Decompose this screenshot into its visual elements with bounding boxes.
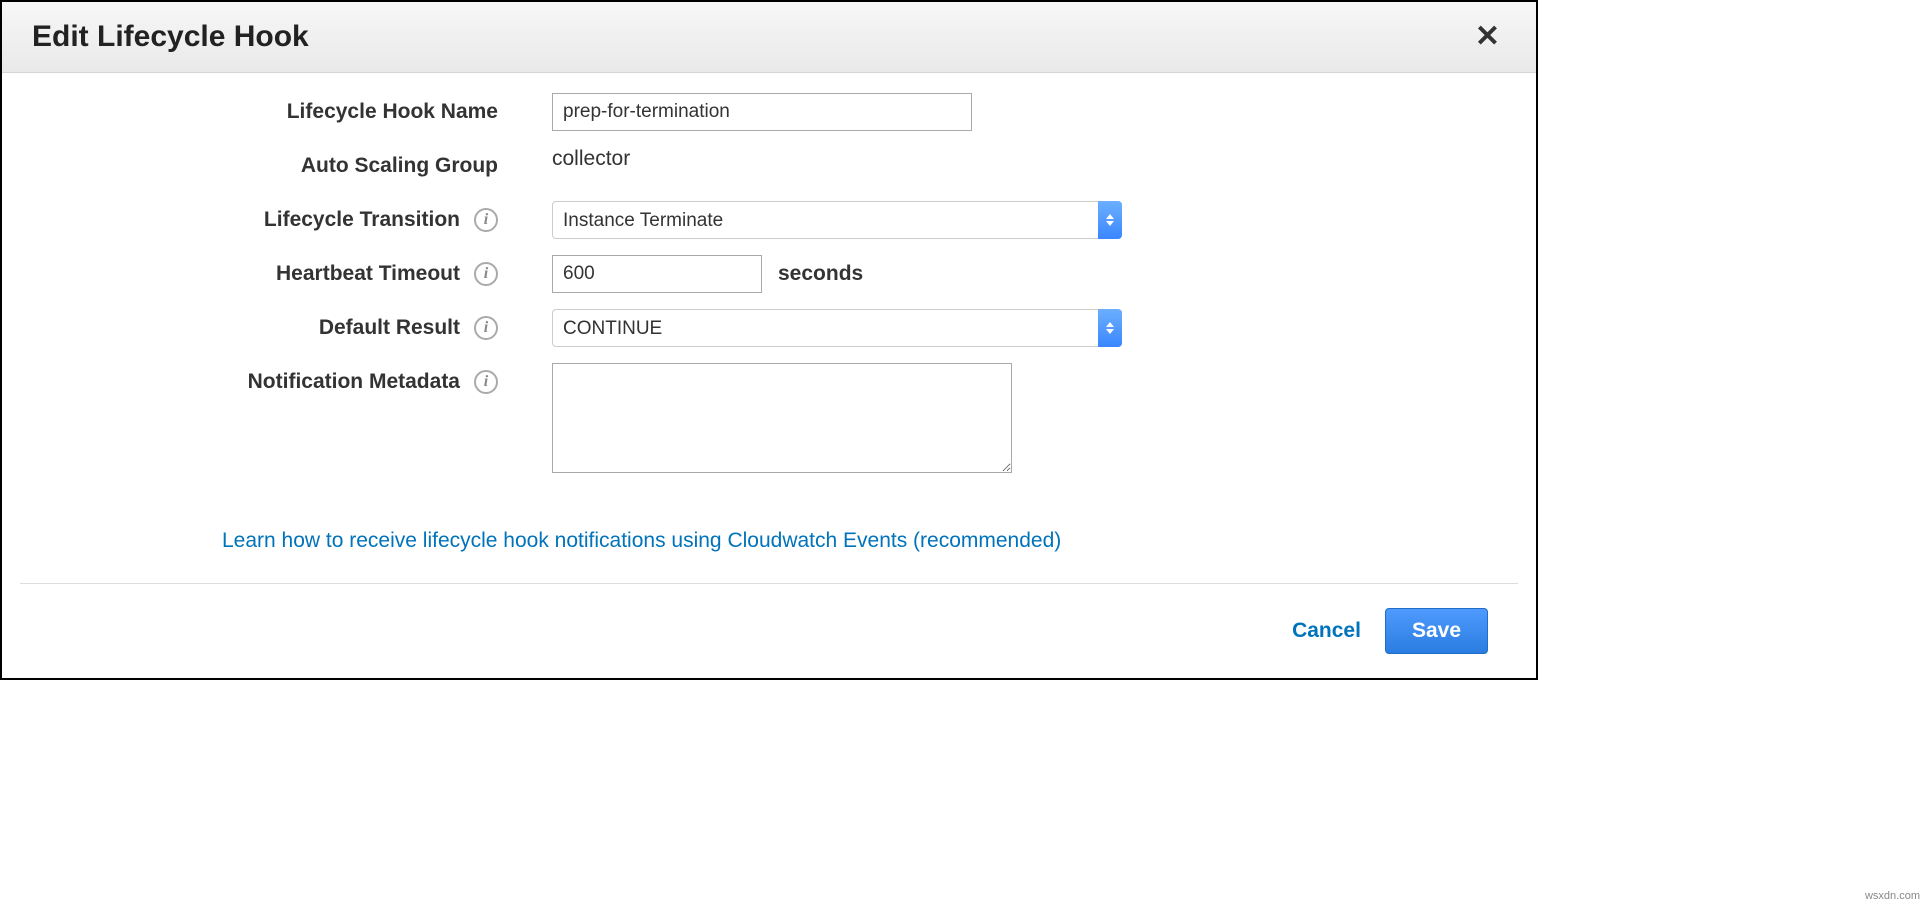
asg-label: Auto Scaling Group: [301, 154, 498, 178]
heartbeat-input[interactable]: [552, 255, 762, 293]
label-col: Auto Scaling Group: [32, 147, 512, 185]
label-col: Notification Metadata i: [32, 363, 512, 401]
dialog-footer: Cancel Save: [20, 583, 1518, 678]
heartbeat-suffix: seconds: [778, 262, 863, 286]
edit-lifecycle-hook-dialog: Edit Lifecycle Hook ✕ Lifecycle Hook Nam…: [0, 0, 1538, 680]
hook-name-input[interactable]: [552, 93, 972, 131]
dialog-header: Edit Lifecycle Hook ✕: [2, 2, 1536, 73]
hook-name-label: Lifecycle Hook Name: [287, 100, 498, 124]
info-icon[interactable]: i: [474, 316, 498, 340]
control-col: [512, 363, 1506, 473]
control-col: Instance Terminate: [512, 201, 1506, 239]
save-button[interactable]: Save: [1385, 608, 1488, 654]
row-hook-name: Lifecycle Hook Name: [32, 93, 1506, 131]
control-col: [512, 93, 1506, 131]
label-col: Lifecycle Hook Name: [32, 93, 512, 131]
info-icon[interactable]: i: [474, 262, 498, 286]
default-result-label: Default Result: [319, 316, 460, 340]
transition-select-wrap: Instance Terminate: [552, 201, 1122, 239]
heartbeat-label: Heartbeat Timeout: [276, 262, 460, 286]
row-heartbeat: Heartbeat Timeout i seconds: [32, 255, 1506, 293]
row-metadata: Notification Metadata i: [32, 363, 1506, 473]
asg-value: collector: [552, 147, 630, 171]
metadata-label: Notification Metadata: [248, 370, 460, 394]
dialog-title: Edit Lifecycle Hook: [32, 20, 309, 54]
watermark: wsxdn.com: [1865, 890, 1920, 902]
cancel-button[interactable]: Cancel: [1292, 619, 1361, 643]
control-col: CONTINUE: [512, 309, 1506, 347]
default-result-select[interactable]: CONTINUE: [552, 309, 1122, 347]
default-result-select-wrap: CONTINUE: [552, 309, 1122, 347]
help-link-row: Learn how to receive lifecycle hook noti…: [32, 489, 1506, 573]
row-asg: Auto Scaling Group collector: [32, 147, 1506, 185]
info-icon[interactable]: i: [474, 370, 498, 394]
transition-select[interactable]: Instance Terminate: [552, 201, 1122, 239]
metadata-textarea[interactable]: [552, 363, 1012, 473]
close-icon[interactable]: ✕: [1469, 22, 1506, 52]
cloudwatch-help-link[interactable]: Learn how to receive lifecycle hook noti…: [222, 529, 1061, 552]
row-transition: Lifecycle Transition i Instance Terminat…: [32, 201, 1506, 239]
info-icon[interactable]: i: [474, 208, 498, 232]
label-col: Lifecycle Transition i: [32, 201, 512, 239]
control-col: seconds: [512, 255, 1506, 293]
transition-label: Lifecycle Transition: [264, 208, 460, 232]
row-default-result: Default Result i CONTINUE: [32, 309, 1506, 347]
dialog-body: Lifecycle Hook Name Auto Scaling Group c…: [2, 73, 1536, 583]
label-col: Default Result i: [32, 309, 512, 347]
control-col: collector: [512, 147, 1506, 171]
label-col: Heartbeat Timeout i: [32, 255, 512, 293]
